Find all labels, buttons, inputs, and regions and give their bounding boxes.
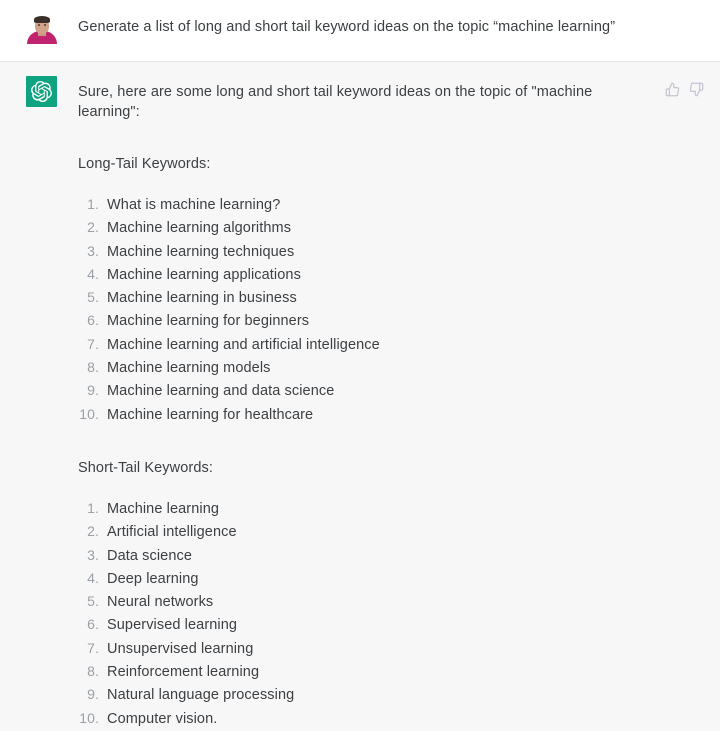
list-item-label: Machine learning algorithms	[107, 220, 292, 237]
list-item: 9. Machine learning and data science	[78, 379, 704, 402]
list-item-label: Machine learning applications	[107, 266, 301, 283]
list-item-label: Supervised learning	[107, 617, 238, 634]
list-item-label: Machine learning techniques	[107, 243, 295, 260]
chat-thread: Generate a list of long and short tail k…	[0, 0, 720, 730]
avatar-eye-right	[44, 24, 46, 26]
list-item: 2. Machine learning algorithms	[78, 216, 704, 239]
list-item-number: 7.	[87, 639, 99, 656]
list-item-label: Computer vision.	[107, 710, 218, 727]
list-item-number: 1.	[87, 196, 99, 212]
section-heading-long-tail: Long-Tail Keywords:	[78, 156, 211, 172]
list-item-label: Machine learning and data science	[107, 383, 335, 400]
list-item-label: Machine learning for beginners	[107, 313, 310, 330]
list-item: 5. Machine learning in business	[78, 286, 704, 309]
list-item-number: 6.	[87, 312, 99, 329]
assistant-intro-row: Sure, here are some long and short tail …	[78, 76, 704, 122]
list-item-number: 1.	[87, 499, 99, 516]
user-message-content: Generate a list of long and short tail k…	[78, 12, 720, 37]
list-item-number: 3.	[87, 546, 99, 563]
list-item-label: Reinforcement learning	[107, 664, 260, 681]
list-item: 4. Deep learning	[78, 567, 704, 590]
thumbs-down-icon[interactable]	[689, 82, 704, 97]
avatar-eye-left	[38, 24, 40, 26]
list-item-label: Machine learning and artificial intellig…	[107, 336, 380, 353]
assistant-message-text: Sure, here are some long and short tail …	[78, 84, 593, 120]
list-item: 3. Data science	[78, 544, 704, 567]
list-item-number: 3.	[87, 242, 99, 259]
list-item: 2. Artificial intelligence	[78, 520, 704, 543]
feedback-buttons	[645, 76, 704, 97]
avatar	[26, 12, 58, 44]
user-message-row: Generate a list of long and short tail k…	[0, 0, 720, 62]
list-item-label: Unsupervised learning	[107, 640, 254, 657]
list-item-label: Neural networks	[107, 594, 214, 611]
list-item: 8. Reinforcement learning	[78, 660, 704, 683]
list-item: 1. What is machine learning?	[78, 193, 704, 216]
list-item-label: Machine learning for healthcare	[107, 406, 314, 423]
list-item-label: Natural language processing	[107, 687, 295, 704]
list-item: 4. Machine learning applications	[78, 263, 704, 286]
list-item: 3. Machine learning techniques	[78, 240, 704, 263]
user-avatar-column	[0, 12, 78, 44]
thumbs-up-icon[interactable]	[665, 82, 680, 97]
list-item-number: 6.	[87, 616, 99, 633]
short-tail-keyword-list: 1. Machine learning 2. Artificial intellig…	[78, 497, 704, 730]
list-item-label: Machine learning models	[107, 360, 271, 377]
chatgpt-logo-icon	[26, 76, 57, 107]
list-item: 10. Computer vision.	[78, 707, 704, 730]
list-item-number: 9.	[87, 382, 99, 399]
list-item: 6. Supervised learning	[78, 613, 704, 636]
list-item-label: Deep learning	[107, 570, 199, 587]
list-item: 6. Machine learning for beginners	[78, 309, 704, 332]
list-item: 9. Natural language processing	[78, 683, 704, 706]
list-item-number: 2.	[87, 219, 99, 236]
assistant-message-row: Sure, here are some long and short tail …	[0, 62, 720, 730]
list-item-number: 2.	[87, 523, 99, 540]
list-item-number: 10.	[79, 405, 99, 422]
list-item-label: Machine learning	[107, 500, 220, 517]
list-item-label: Data science	[107, 547, 193, 564]
list-item: 7. Unsupervised learning	[78, 637, 704, 660]
avatar-hair	[34, 16, 50, 23]
list-item-number: 9.	[87, 686, 99, 703]
list-item-number: 7.	[87, 335, 99, 352]
list-item: 8. Machine learning models	[78, 356, 704, 379]
list-item-number: 10.	[79, 709, 99, 726]
list-item-number: 4.	[87, 265, 99, 282]
list-item-number: 8.	[87, 663, 99, 680]
list-item: 1. Machine learning	[78, 497, 704, 520]
list-item-number: 5.	[87, 593, 99, 610]
list-item-number: 4.	[87, 569, 99, 586]
list-item-number: 8.	[87, 359, 99, 376]
list-item-label: Machine learning in business	[107, 290, 297, 307]
list-item: 7. Machine learning and artificial intell…	[78, 333, 704, 356]
list-item-number: 5.	[87, 289, 99, 306]
section-heading-short-tail: Short-Tail Keywords:	[78, 459, 213, 476]
list-item-label: Artificial intelligence	[107, 524, 237, 541]
list-item: 5. Neural networks	[78, 590, 704, 613]
user-message-text: Generate a list of long and short tail k…	[78, 19, 616, 35]
list-item-label: What is machine learning?	[107, 197, 281, 213]
long-tail-keyword-list: 1. What is machine learning? 2. Machine le…	[78, 193, 704, 426]
list-item: 10. Machine learning for healthcare	[78, 403, 704, 426]
assistant-message-content: Sure, here are some long and short tail …	[78, 76, 720, 730]
assistant-avatar-column	[0, 76, 78, 107]
